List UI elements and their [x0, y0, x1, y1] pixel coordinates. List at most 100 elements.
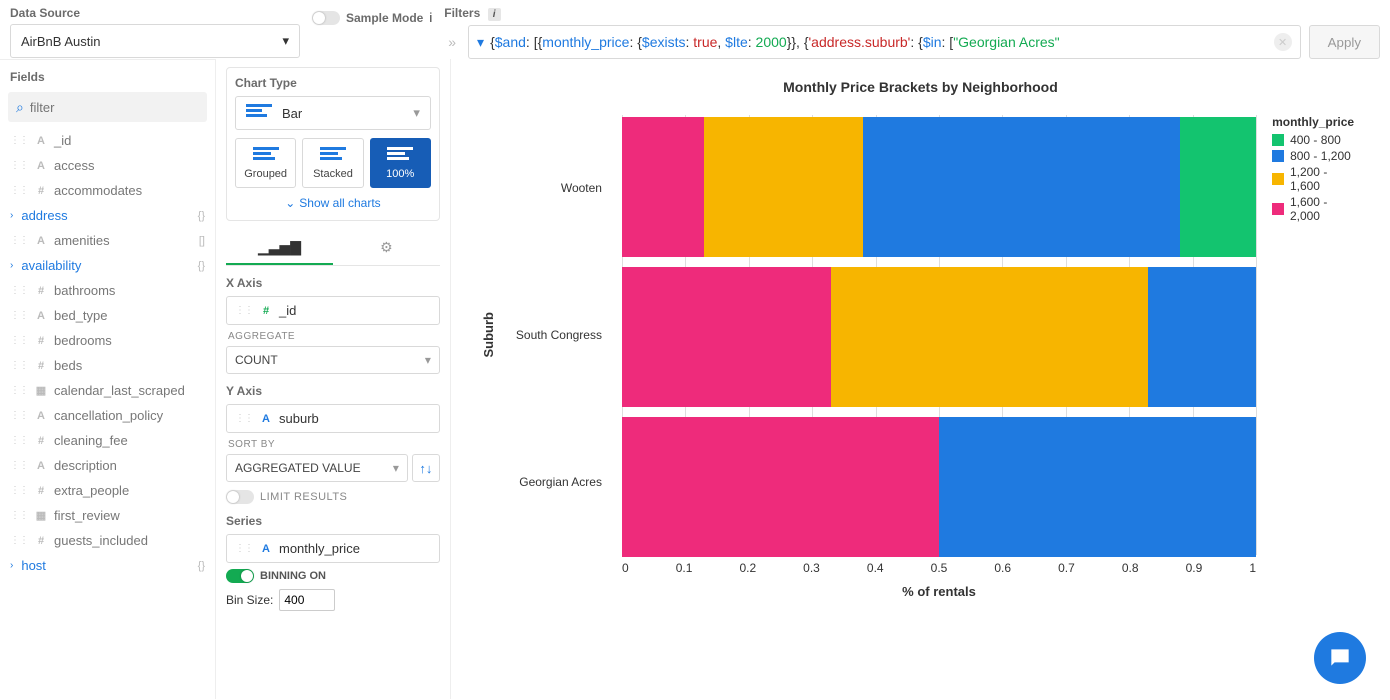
bar-segment[interactable] [622, 267, 831, 407]
aggregate-select[interactable]: COUNT ▾ [226, 346, 440, 374]
field-item[interactable]: ⋮⋮Adescription [0, 453, 215, 478]
legend-item[interactable]: 800 - 1,200 [1272, 149, 1360, 163]
fields-search[interactable]: ⌕ [8, 92, 207, 122]
chevron-right-icon: › [10, 260, 13, 271]
field-item[interactable]: ⋮⋮#guests_included [0, 528, 215, 553]
layout-grouped-button[interactable]: Grouped [235, 138, 296, 188]
drag-icon: ⋮⋮ [10, 385, 28, 396]
filter-icon: ▾ [477, 34, 484, 51]
bar-segment[interactable] [863, 117, 1180, 257]
aggregate-value: COUNT [235, 353, 278, 367]
field-item[interactable]: ⋮⋮Acancellation_policy [0, 403, 215, 428]
series-field-name: monthly_price [279, 541, 360, 556]
field-item[interactable]: ⋮⋮▦first_review [0, 503, 215, 528]
x-axis-field[interactable]: ⋮⋮ # _id [226, 296, 440, 325]
drag-icon: ⋮⋮ [10, 160, 28, 171]
field-item[interactable]: ⋮⋮#cleaning_fee [0, 428, 215, 453]
field-name: bedrooms [54, 333, 112, 348]
field-name: accommodates [54, 183, 142, 198]
text-icon: A [259, 543, 273, 555]
info-icon[interactable]: i [429, 10, 432, 25]
bar-segment[interactable] [622, 117, 704, 257]
drag-icon: ⋮⋮ [10, 135, 28, 146]
field-name: beds [54, 358, 82, 373]
field-item[interactable]: ⋮⋮#accommodates [0, 178, 215, 203]
expand-icon[interactable]: » [444, 34, 460, 50]
field-item[interactable]: ›availability{} [0, 253, 215, 278]
x-tick-label: 0.8 [1122, 561, 1139, 575]
field-item[interactable]: ⋮⋮Aaccess [0, 153, 215, 178]
field-item[interactable]: ›address{} [0, 203, 215, 228]
field-item[interactable]: ⋮⋮Aamenities[] [0, 228, 215, 253]
legend-swatch [1272, 173, 1284, 185]
field-item[interactable]: ⋮⋮#bathrooms [0, 278, 215, 303]
legend-item[interactable]: 1,200 - 1,600 [1272, 165, 1360, 193]
x-tick-label: 0.6 [994, 561, 1011, 575]
layout-stacked-button[interactable]: Stacked [302, 138, 363, 188]
series-label: Series [226, 514, 440, 528]
drag-icon: ⋮⋮ [235, 305, 253, 316]
type-icon: A [34, 460, 48, 472]
tab-customize[interactable]: ⚙ [333, 231, 440, 265]
field-item[interactable]: ⋮⋮#bedrooms [0, 328, 215, 353]
field-item[interactable]: ⋮⋮#beds [0, 353, 215, 378]
bar-segment[interactable] [704, 117, 863, 257]
field-item[interactable]: ⋮⋮A_id [0, 128, 215, 153]
binning-toggle[interactable] [226, 569, 254, 583]
field-item[interactable]: ⋮⋮#extra_people [0, 478, 215, 503]
data-source-select[interactable]: AirBnB Austin ▾ [10, 24, 300, 58]
chart-type-select[interactable]: Bar ▾ [235, 96, 431, 130]
clear-filter-icon[interactable]: ✕ [1274, 33, 1292, 51]
fields-search-input[interactable] [30, 100, 206, 115]
bar-segment[interactable] [831, 267, 1148, 407]
filters-section: Filters i » ▾ {$and: [{monthly_price: {$… [444, 6, 1380, 59]
array-icon: [] [199, 235, 205, 247]
field-item[interactable]: ⋮⋮▦calendar_last_scraped [0, 378, 215, 403]
bar-segment[interactable] [1180, 117, 1256, 257]
drag-icon: ⋮⋮ [10, 235, 28, 246]
hash-icon: # [259, 305, 273, 317]
y-tick-label: Wooten [516, 118, 602, 258]
info-icon[interactable]: i [488, 8, 501, 21]
bar-segment[interactable] [939, 417, 1256, 557]
filter-query-input[interactable]: ▾ {$and: [{monthly_price: {$exists: true… [468, 25, 1301, 59]
x-axis-title: % of rentals [622, 584, 1256, 599]
field-name: amenities [54, 233, 110, 248]
layout-label: 100% [386, 168, 414, 180]
layout-100pct-button[interactable]: 100% [370, 138, 431, 188]
series-field[interactable]: ⋮⋮ A monthly_price [226, 534, 440, 563]
fields-header: Fields [0, 66, 215, 88]
caret-down-icon: ▾ [393, 461, 399, 475]
legend-item[interactable]: 1,600 - 2,000 [1272, 195, 1360, 223]
field-name: address [21, 208, 67, 223]
legend: monthly_price 400 - 800800 - 1,2001,200 … [1272, 115, 1360, 225]
sliders-icon: ⚙ [380, 239, 393, 256]
x-tick-label: 0 [622, 561, 629, 575]
bar-segment[interactable] [622, 417, 939, 557]
sort-direction-button[interactable]: ↑↓ [412, 454, 440, 482]
field-item[interactable]: ⋮⋮Abed_type [0, 303, 215, 328]
legend-item[interactable]: 400 - 800 [1272, 133, 1360, 147]
apply-button[interactable]: Apply [1309, 25, 1380, 59]
x-tick-label: 0.1 [676, 561, 693, 575]
field-item[interactable]: ›host{} [0, 553, 215, 578]
data-source-label: Data Source [10, 6, 300, 20]
show-all-charts-link[interactable]: Show all charts [235, 188, 431, 212]
drag-icon: ⋮⋮ [10, 410, 28, 421]
x-tick-label: 0.7 [1058, 561, 1075, 575]
fields-panel: Fields ⌕ ⋮⋮A_id⋮⋮Aaccess⋮⋮#accommodates›… [0, 59, 215, 699]
limit-results-toggle[interactable] [226, 490, 254, 504]
text-icon: A [259, 413, 273, 425]
drag-icon: ⋮⋮ [235, 413, 253, 424]
bar-segment[interactable] [1148, 267, 1256, 407]
y-axis-field[interactable]: ⋮⋮ A suburb [226, 404, 440, 433]
layout-label: Grouped [244, 168, 287, 180]
x-tick-label: 0.2 [739, 561, 756, 575]
bin-size-input[interactable] [279, 589, 335, 611]
legend-label: 400 - 800 [1290, 133, 1341, 147]
drag-icon: ⋮⋮ [10, 310, 28, 321]
help-fab[interactable] [1314, 632, 1366, 684]
sample-mode-toggle[interactable] [312, 11, 340, 25]
sort-by-select[interactable]: AGGREGATED VALUE ▾ [226, 454, 408, 482]
tab-encode[interactable]: ▁▃▅▇ [226, 231, 333, 265]
